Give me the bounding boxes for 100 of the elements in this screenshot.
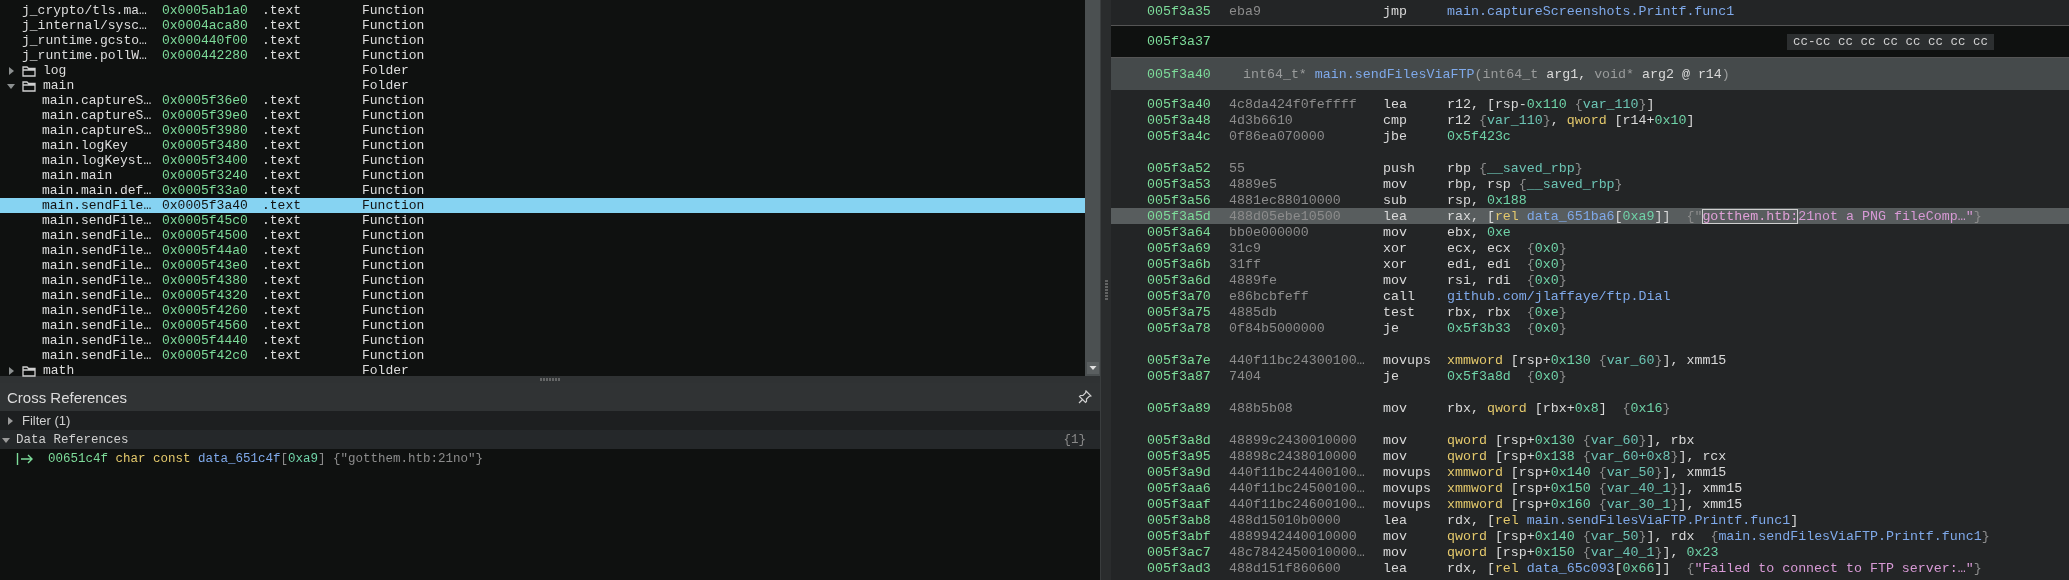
instruction-operands: r12, [rsp-0x110 {var_110}] (1447, 96, 1655, 112)
instruction-row[interactable]: 005f3ac7 48c7842450010000… mov qword [rsp+0x150 {var_40_1}], 0x23 (1111, 544, 2069, 560)
instruction-bytes: 4d3b6610 (1229, 112, 1294, 128)
instruction-row[interactable]: 005f3a6b 31ff xor edi, edi {0x0} (1111, 256, 2069, 272)
instruction-row[interactable]: 005f3a35 eba9 jmp main.captureScreenshots.Printf.func1 (1111, 3, 2069, 19)
symbol-row[interactable]: main.logKeyst… 0x0005f3400 .text Function (0, 153, 1085, 168)
instruction-row[interactable]: 005f3a53 4889e5 mov rbp, rsp {__saved_rbp} (1111, 176, 2069, 192)
symbol-row[interactable]: main.sendFile… 0x0005f4380 .text Function (0, 273, 1085, 288)
instruction-row[interactable]: 005f3a75 4885db test rbx, rbx {0xe} (1111, 304, 2069, 320)
instruction-row[interactable]: 005f3a4c 0f86ea070000 jbe 0x5f423c (1111, 128, 2069, 144)
instruction-bytes: 48899c2430010000 (1229, 432, 1358, 448)
instruction-row[interactable]: 005f3a9d 440f11bc24400100… movups xmmword [rsp+0x140 {var_50}], xmm15 (1111, 464, 2069, 480)
instruction-mnemonic: cmp (1383, 112, 1408, 128)
symbol-row[interactable]: main.main.def… 0x0005f33a0 .text Function (0, 183, 1085, 198)
instruction-row[interactable]: 005f3a6d 4889fe mov rsi, rdi {0x0} (1111, 272, 2069, 288)
instruction-bytes: 48c7842450010000… (1229, 544, 1366, 560)
instruction-row[interactable]: 005f3a52 55 push rbp {__saved_rbp} (1111, 160, 2069, 176)
symbol-section: .text (262, 273, 362, 288)
symbol-row[interactable]: main Folder (0, 78, 1085, 93)
symbol-row[interactable]: main.main 0x0005f3240 .text Function (0, 168, 1085, 183)
instruction-row[interactable]: 005f3a89 488b5b08 mov rbx, qword [rbx+0x8] {0x16} (1111, 400, 2069, 416)
instruction-row[interactable]: 005f3a87 7404 je 0x5f3a8d {0x0} (1111, 368, 2069, 384)
instruction-operands: rbp {__saved_rbp} (1447, 160, 1583, 176)
instruction-row[interactable]: 005f3a8d 48899c2430010000 mov qword [rsp+0x130 {var_60}], rbx (1111, 432, 2069, 448)
symbol-row[interactable]: log Folder (0, 63, 1085, 78)
symbol-row[interactable]: j_crypto/tls.ma… 0x0005ab1a0 .text Function (0, 3, 1085, 18)
instruction-row[interactable]: 005f3a56 4881ec88010000 sub rsp, 0x188 (1111, 192, 2069, 208)
filter-toggle[interactable]: Filter (1) (0, 411, 1100, 430)
instruction-operands: qword [rsp+0x130 {var_60}], rbx (1447, 432, 1695, 448)
instruction-address: 005f3ad3 (1147, 560, 1212, 576)
instruction-operands: qword [rsp+0x140 {var_50}], rdx {main.sendFilesViaFTP.Printf.func1} (1447, 528, 1990, 544)
pin-icon[interactable] (1078, 390, 1092, 404)
instruction-mnemonic: movups (1383, 352, 1432, 368)
splitter-grip-icon[interactable] (1104, 280, 1108, 300)
instruction-row[interactable]: 005f3ab8 488d15010b0000 lea rdx, [rel main.sendFilesViaFTP.Printf.func1] (1111, 512, 2069, 528)
symbol-address: 0x000442280 (162, 48, 249, 63)
caret-icon[interactable] (6, 416, 14, 425)
instruction-bytes: 4885db (1229, 304, 1278, 320)
symbol-name: j_crypto/tls.ma… (22, 3, 147, 18)
symbol-row[interactable]: main.captureS… 0x0005f3980 .text Function (0, 123, 1085, 138)
instruction-row[interactable]: 005f3a64 bb0e000000 mov ebx, 0xe (1111, 224, 2069, 240)
instruction-bytes: 4881ec88010000 (1229, 192, 1342, 208)
instruction-row[interactable]: 005f3aa6 440f11bc24500100… movups xmmword [rsp+0x150 {var_40_1}], xmm15 (1111, 480, 2069, 496)
symbol-row[interactable]: main.captureS… 0x0005f39e0 .text Function (0, 108, 1085, 123)
instruction-address: 005f3a89 (1147, 400, 1212, 416)
instruction-operands: rsp, 0x188 (1447, 192, 1527, 208)
caret-icon[interactable] (7, 366, 15, 375)
instruction-bytes: 440f11bc24600100… (1229, 496, 1366, 512)
reference-entry[interactable]: 00651c4f char const data_651c4f[0xa9] {"gotthem.htb:21no"} (48, 452, 484, 466)
symbol-row[interactable]: main.sendFile… 0x0005f45c0 .text Function (0, 213, 1085, 228)
symbol-row[interactable]: main.sendFile… 0x0005f4560 .text Function (0, 318, 1085, 333)
symbol-section: .text (262, 108, 362, 123)
symbol-row[interactable]: main.sendFile… 0x0005f4500 .text Function (0, 228, 1085, 243)
instruction-row[interactable]: 005f3aaf 440f11bc24600100… movups xmmword [rsp+0x160 {var_30_1}], xmm15 (1111, 496, 2069, 512)
instruction-row[interactable]: 005f3a48 4d3b6610 cmp r12 {var_110}, qword [r14+0x10] (1111, 112, 2069, 128)
instruction-row[interactable]: 005f3a69 31c9 xor ecx, ecx {0x0} (1111, 240, 2069, 256)
symbol-row[interactable]: main.sendFile… 0x0005f4440 .text Function (0, 333, 1085, 348)
group-header[interactable]: Data References {1} (0, 430, 1100, 449)
instruction-row[interactable]: 005f3abf 4889942440010000 mov qword [rsp+0x140 {var_50}], rdx {main.sendFilesViaFTP.Printf.func1} (1111, 528, 2069, 544)
instruction-mnemonic: jmp (1383, 3, 1408, 19)
symbol-address: 0x0005f4260 (162, 303, 249, 318)
symbol-row[interactable]: math Folder (0, 363, 1085, 378)
instruction-row[interactable]: 005f3a78 0f84b5000000 je 0x5f3b33 {0x0} (1111, 320, 2069, 336)
symbol-row[interactable]: main.logKey 0x0005f3480 .text Function (0, 138, 1085, 153)
symbol-section: .text (262, 168, 362, 183)
symbol-row[interactable]: main.sendFile… 0x0005f42c0 .text Function (0, 348, 1085, 363)
symbol-address: 0x0005f36e0 (162, 93, 249, 108)
symbol-address: 0x0005f44a0 (162, 243, 249, 258)
symbol-type: Function (362, 3, 425, 18)
caret-icon[interactable] (2, 435, 10, 444)
instruction-row[interactable]: 005f3a95 48898c2438010000 mov qword [rsp+0x138 {var_60+0x8}], rcx (1111, 448, 2069, 464)
scrollbar[interactable] (1085, 0, 1100, 376)
symbol-row[interactable]: j_internal/sysc… 0x0004aca80 .text Function (0, 18, 1085, 33)
instruction-row[interactable]: 005f3a40 4c8da424f0feffff lea r12, [rsp-0x110 {var_110}] (1111, 96, 2069, 112)
instruction-mnemonic: mov (1383, 544, 1408, 560)
symbol-row[interactable]: main.sendFile… 0x0005f43e0 .text Function (0, 258, 1085, 273)
symbol-row[interactable]: main.sendFile… 0x0005f44a0 .text Function (0, 243, 1085, 258)
instruction-bytes: 488b5b08 (1229, 400, 1294, 416)
symbol-row[interactable]: main.sendFile… 0x0005f4260 .text Function (0, 303, 1085, 318)
caret-icon[interactable] (7, 66, 15, 75)
instruction-row[interactable]: 005f3ad3 488d151f860600 lea rdx, [rel data_65c093[0x66]] {"Failed to connect to FTP server:…"} (1111, 560, 2069, 576)
splitter-grip-icon[interactable] (540, 378, 560, 381)
symbol-name: main.sendFile… (42, 213, 152, 228)
symbol-name: j_runtime.gcsto… (22, 33, 147, 48)
caret-icon[interactable] (7, 81, 15, 90)
panel-title: Cross References (7, 388, 128, 406)
symbol-row[interactable]: j_runtime.gcsto… 0x000440f00 .text Function (0, 33, 1085, 48)
symbol-row[interactable]: main.sendFile… 0x0005f4320 .text Function (0, 288, 1085, 303)
symbol-address: 0x0004aca80 (162, 18, 249, 33)
symbol-row[interactable]: main.sendFile… 0x0005f3a40 .text Function (0, 198, 1085, 213)
symbol-row[interactable]: j_runtime.pollW… 0x000442280 .text Function (0, 48, 1085, 63)
instruction-row[interactable]: 005f3a7e 440f11bc24300100… movups xmmword [rsp+0x130 {var_60}], xmm15 (1111, 352, 2069, 368)
instruction-row[interactable]: 005f3a70 e86bcbfeff call github.com/jlaffaye/ftp.Dial (1111, 288, 2069, 304)
symbol-section: .text (262, 183, 362, 198)
symbol-row[interactable]: main.captureS… 0x0005f36e0 .text Function (0, 93, 1085, 108)
symbol-type: Function (362, 288, 425, 303)
instruction-mnemonic: sub (1383, 192, 1408, 208)
scroll-down-icon[interactable] (1086, 362, 1099, 374)
instruction-operands: github.com/jlaffaye/ftp.Dial (1447, 288, 1671, 304)
symbol-name: main.sendFile… (42, 318, 152, 333)
